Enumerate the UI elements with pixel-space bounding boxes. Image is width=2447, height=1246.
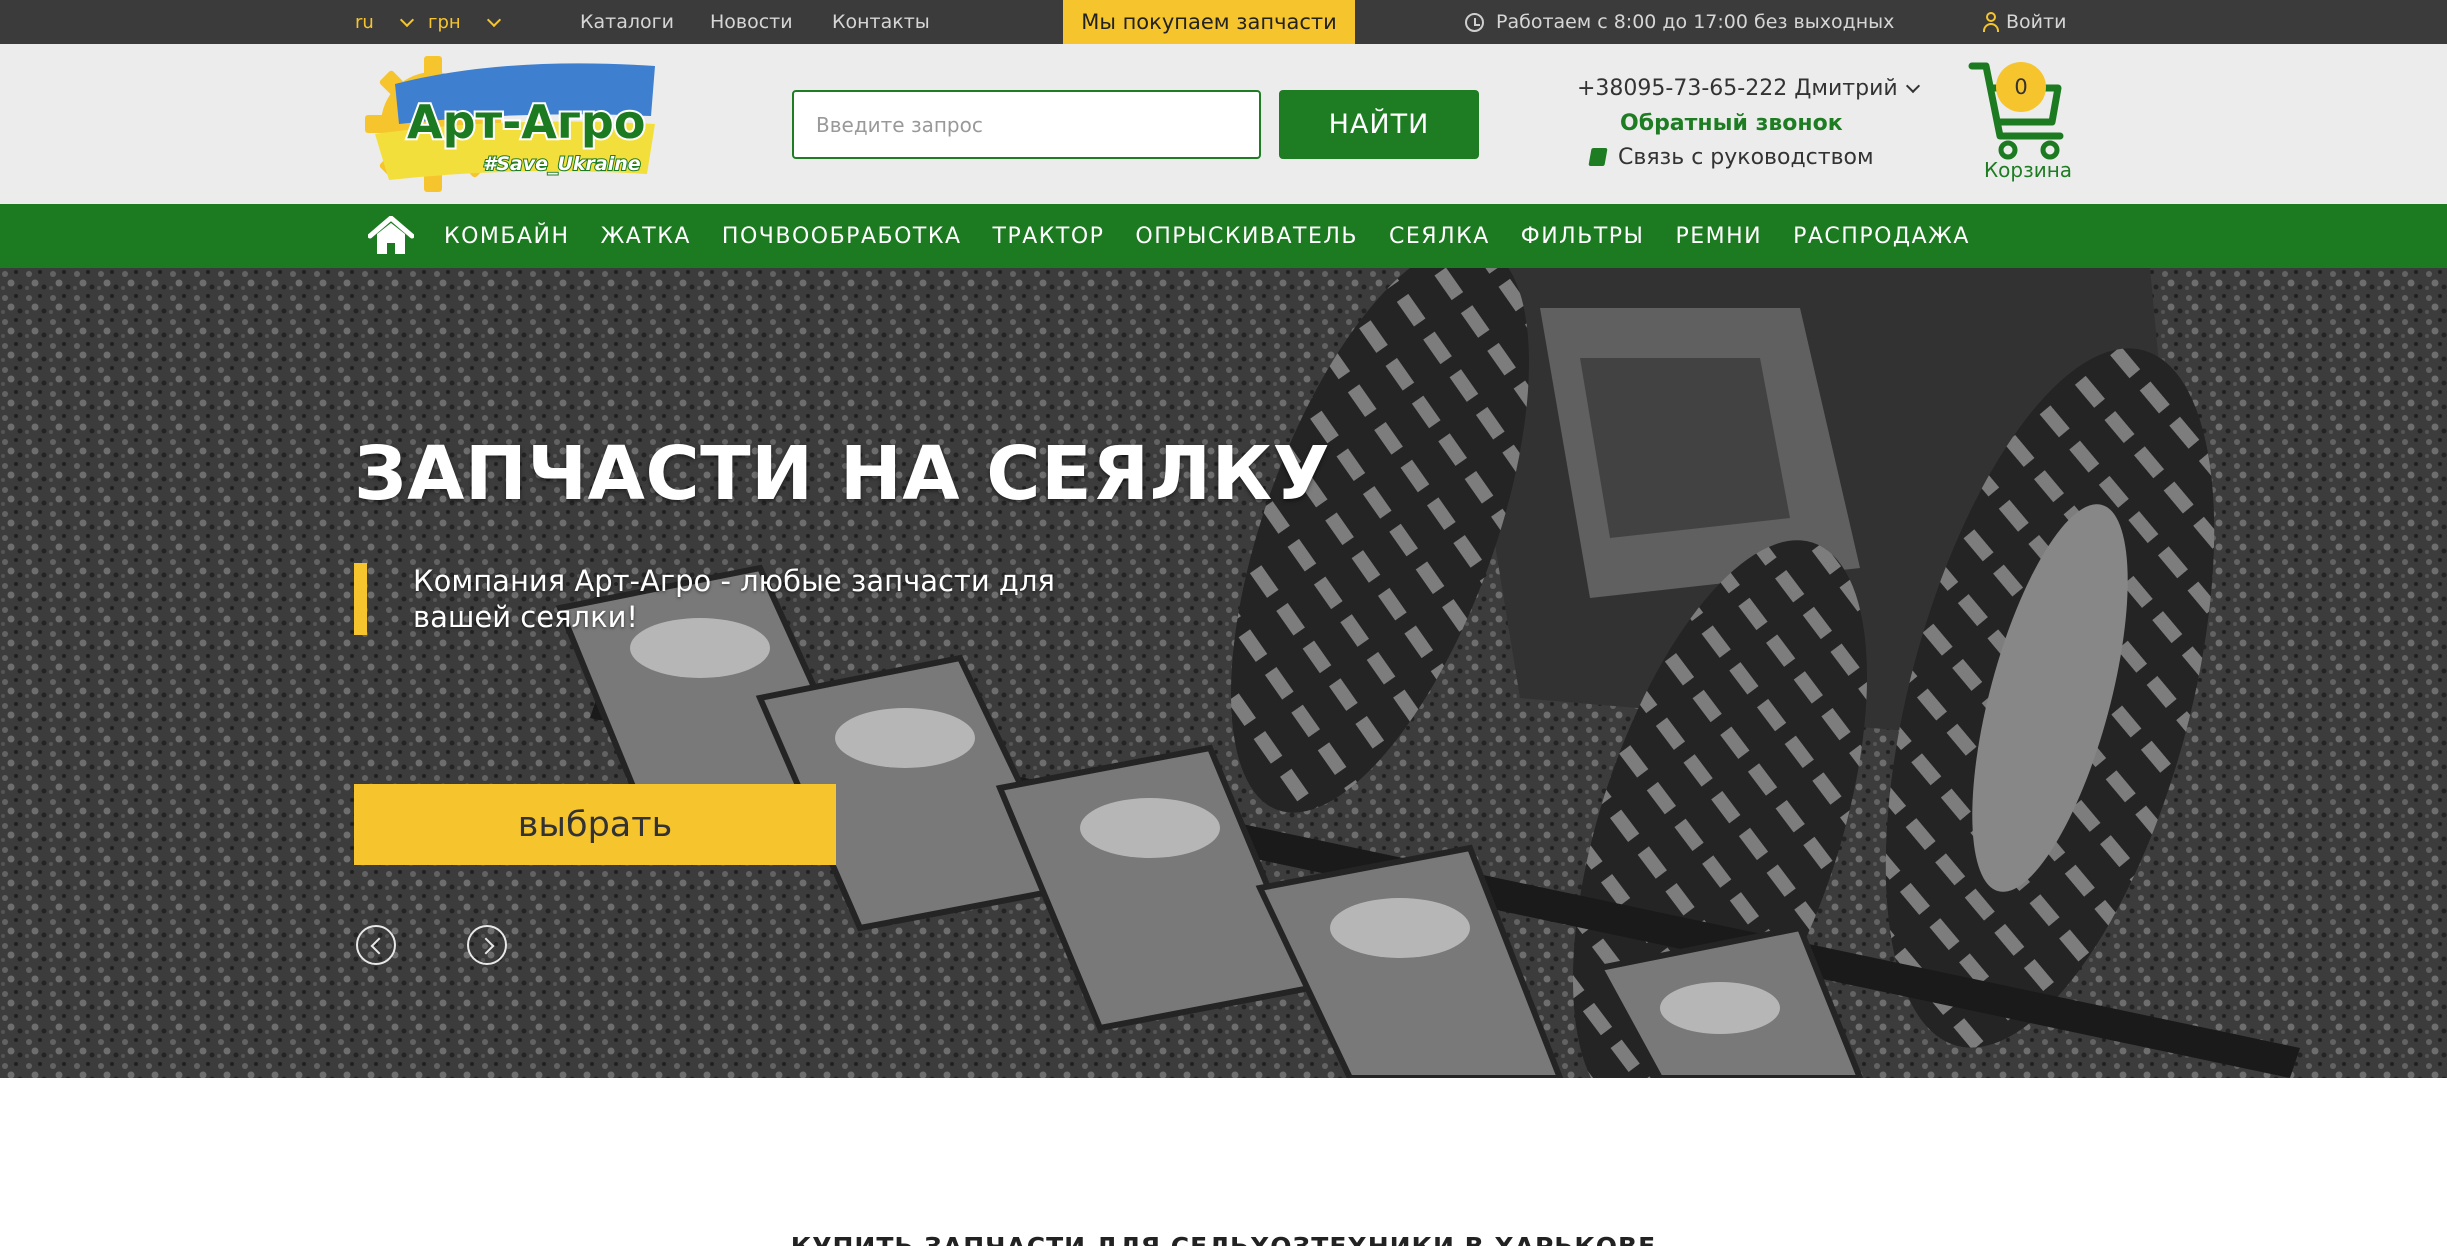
- language-value: ru: [355, 11, 374, 33]
- slider-next-arrow-icon[interactable]: [467, 925, 507, 965]
- login-label: Войти: [2006, 11, 2067, 33]
- logo-hashtag: #Save_Ukraine: [483, 153, 641, 175]
- callback-link[interactable]: Обратный звонок: [1620, 108, 1843, 138]
- nav-item-tractor[interactable]: ТРАКТОР: [993, 224, 1105, 249]
- link-catalogs[interactable]: Каталоги: [580, 0, 674, 44]
- phone-contact[interactable]: +38095-73-65-222 Дмитрий: [1577, 71, 1920, 105]
- currency-value: грн: [428, 11, 461, 33]
- main-nav: КОМБАЙН ЖАТКА ПОЧВООБРАБОТКА ТРАКТОР ОПР…: [0, 204, 2447, 268]
- chevron-down-icon: [486, 12, 501, 27]
- work-schedule: Работаем с 8:00 до 17:00 без выходных: [1465, 0, 1894, 44]
- nav-item-header[interactable]: ЖАТКА: [601, 224, 691, 249]
- nav-item-combine[interactable]: КОМБАЙН: [444, 224, 570, 249]
- cart-label: Корзина: [1983, 158, 2073, 182]
- search-button[interactable]: НАЙТИ: [1279, 90, 1479, 159]
- clock-icon: [1465, 12, 1484, 32]
- hero-title: ЗАПЧАСТИ НА СЕЯЛКУ: [354, 431, 1331, 517]
- schedule-text: Работаем с 8:00 до 17:00 без выходных: [1496, 11, 1895, 33]
- user-icon: [1982, 12, 2000, 32]
- hero-subtitle: Компания Арт-Агро - любые запчасти для в…: [413, 564, 1055, 634]
- cart-count-badge: 0: [1996, 62, 2046, 112]
- we-buy-parts-banner[interactable]: Мы покупаем запчасти: [1063, 0, 1355, 44]
- section-heading: КУПИТЬ ЗАПЧАСТИ ДЛЯ СЕЛЬХОЗТЕХНИКИ В ХАР…: [0, 1232, 2447, 1246]
- cart-button[interactable]: 0 Корзина: [1968, 60, 2088, 186]
- slider-prev-arrow-icon[interactable]: [356, 925, 396, 965]
- site-logo[interactable]: Арт-Агро #Save_Ukraine: [355, 54, 660, 194]
- nav-item-belts[interactable]: РЕМНИ: [1675, 224, 1762, 249]
- chevron-down-icon: [399, 12, 414, 27]
- hero-slider: ЗАПЧАСТИ НА СЕЯЛКУ Компания Арт-Агро - л…: [0, 268, 2447, 1078]
- search-input[interactable]: [792, 90, 1261, 159]
- book-icon: [1588, 148, 1608, 166]
- phone-number: +38095-73-65-222 Дмитрий: [1577, 75, 1898, 101]
- link-news[interactable]: Новости: [710, 0, 793, 44]
- nav-item-sale[interactable]: РАСПРОДАЖА: [1793, 224, 1970, 249]
- contact-management-label: Связь с руководством: [1618, 144, 1874, 170]
- currency-select[interactable]: грн: [428, 0, 501, 44]
- nav-item-seeder[interactable]: СЕЯЛКА: [1389, 224, 1490, 249]
- nav-item-sprayer[interactable]: ОПРЫСКИВАТЕЛЬ: [1135, 224, 1358, 249]
- top-bar: ru грн Каталоги Новости Контакты Мы поку…: [0, 0, 2447, 44]
- nav-items: КОМБАЙН ЖАТКА ПОЧВООБРАБОТКА ТРАКТОР ОПР…: [444, 204, 2001, 268]
- nav-item-tillage[interactable]: ПОЧВООБРАБОТКА: [722, 224, 962, 249]
- nav-item-filters[interactable]: ФИЛЬТРЫ: [1521, 224, 1645, 249]
- language-select[interactable]: ru: [355, 0, 414, 44]
- chevron-down-icon: [1905, 78, 1920, 93]
- choose-button[interactable]: выбрать: [354, 784, 836, 865]
- contact-management-link[interactable]: Связь с руководством: [1588, 142, 1874, 172]
- home-icon[interactable]: [367, 215, 415, 256]
- hero-accent-bar: [354, 563, 367, 635]
- logo-graphic: Арт-Агро #Save_Ukraine: [365, 56, 655, 192]
- link-contacts[interactable]: Контакты: [832, 0, 930, 44]
- login-link[interactable]: Войти: [1982, 0, 2066, 44]
- logo-text: Арт-Агро: [407, 95, 645, 149]
